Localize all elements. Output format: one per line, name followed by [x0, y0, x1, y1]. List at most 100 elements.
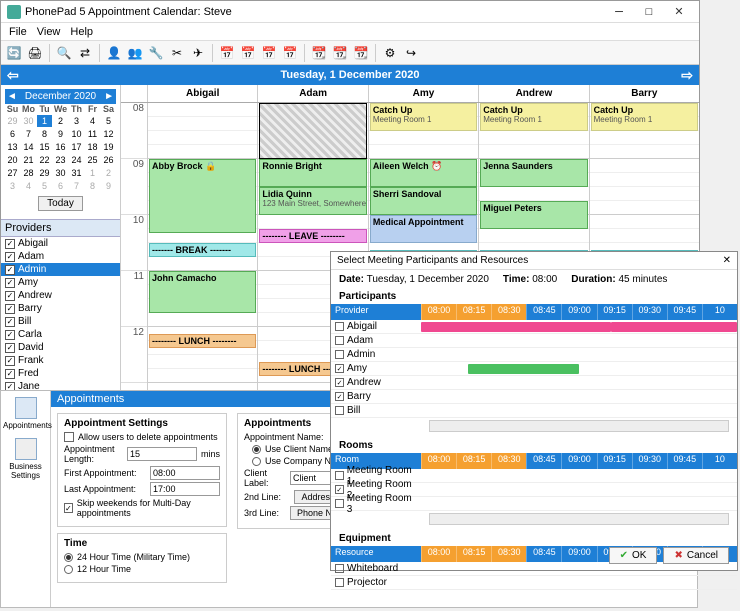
provider-item[interactable]: ✓Frank: [1, 354, 120, 367]
rooms-scrollbar[interactable]: [429, 513, 729, 525]
cal-day[interactable]: 11: [85, 128, 100, 140]
provider-item[interactable]: ✓Abigail: [1, 237, 120, 250]
group-icon[interactable]: 👥: [126, 44, 144, 62]
appointment[interactable]: Miguel Peters: [480, 201, 587, 229]
provider-checkbox[interactable]: ✓: [5, 369, 15, 379]
cal-day[interactable]: 21: [21, 154, 36, 166]
appointment[interactable]: John Camacho: [149, 271, 256, 313]
cal-prev-icon[interactable]: ◄: [7, 91, 17, 102]
resource-checkbox[interactable]: [335, 406, 344, 415]
cal-day[interactable]: 17: [69, 141, 84, 153]
cal-day[interactable]: 26: [101, 154, 116, 166]
cal-day[interactable]: 22: [37, 154, 52, 166]
cal-day[interactable]: 13: [5, 141, 20, 153]
provider-item[interactable]: ✓Andrew: [1, 289, 120, 302]
cal-day[interactable]: 18: [85, 141, 100, 153]
print-icon[interactable]: 🖨: [26, 44, 44, 62]
skip-weekends-checkbox[interactable]: ✓: [64, 503, 73, 513]
week-view-icon[interactable]: 📅: [239, 44, 257, 62]
cal-day[interactable]: 5: [37, 180, 52, 192]
resource-row[interactable]: Bill: [331, 404, 737, 418]
cal-day[interactable]: 12: [101, 128, 116, 140]
cal-day[interactable]: 1: [37, 115, 52, 127]
provider-checkbox[interactable]: ✓: [5, 343, 15, 353]
appointment[interactable]: Sherri Sandoval: [370, 187, 477, 215]
cal-day[interactable]: 7: [69, 180, 84, 192]
resource-checkbox[interactable]: [335, 578, 344, 587]
cal-day[interactable]: 2: [101, 167, 116, 179]
provider-item[interactable]: ✓Barry: [1, 302, 120, 315]
cal-day[interactable]: 19: [101, 141, 116, 153]
maximize-button[interactable]: □: [635, 3, 663, 21]
cal-day[interactable]: 28: [21, 167, 36, 179]
cal-day[interactable]: 29: [5, 115, 20, 127]
provider-checkbox[interactable]: ✓: [5, 252, 15, 262]
appointment[interactable]: [259, 103, 366, 159]
close-button[interactable]: ✕: [665, 3, 693, 21]
cal-day[interactable]: 16: [53, 141, 68, 153]
resource-checkbox[interactable]: ✓: [335, 364, 344, 373]
menu-file[interactable]: File: [9, 26, 27, 38]
appointment[interactable]: Medical Appointment: [370, 215, 477, 243]
provider-item[interactable]: ✓Admin: [1, 263, 120, 276]
appointment[interactable]: Ronnie Bright: [259, 159, 366, 187]
resource-checkbox[interactable]: [335, 564, 344, 573]
provider-item[interactable]: ✓Fred: [1, 367, 120, 380]
cut-icon[interactable]: ✂: [168, 44, 186, 62]
zoom-icon[interactable]: 🔍: [55, 44, 73, 62]
cal-day[interactable]: 3: [5, 180, 20, 192]
cal-day[interactable]: 30: [21, 115, 36, 127]
cal-day[interactable]: 8: [37, 128, 52, 140]
provider-checkbox[interactable]: ✓: [5, 278, 15, 288]
resource-row[interactable]: Abigail: [331, 320, 737, 334]
menu-view[interactable]: View: [37, 26, 61, 38]
resource-checkbox[interactable]: ✓: [335, 378, 344, 387]
participants-scrollbar[interactable]: [429, 420, 729, 432]
cal-next-icon[interactable]: ►: [104, 91, 114, 102]
cancel-button[interactable]: ✖Cancel: [663, 547, 729, 564]
arrows-icon[interactable]: ⇄: [76, 44, 94, 62]
provider-checkbox[interactable]: ✓: [5, 239, 15, 249]
cal-day[interactable]: 20: [5, 154, 20, 166]
cal1-icon[interactable]: 📆: [310, 44, 328, 62]
appointment[interactable]: Catch UpMeeting Room 1: [370, 103, 477, 131]
last-appt-input[interactable]: [150, 482, 220, 496]
provider-item[interactable]: ✓Carla: [1, 328, 120, 341]
minimize-button[interactable]: ─: [605, 3, 633, 21]
cal-day[interactable]: 15: [37, 141, 52, 153]
year-view-icon[interactable]: 📅: [281, 44, 299, 62]
provider-item[interactable]: ✓Bill: [1, 315, 120, 328]
resource-checkbox[interactable]: ✓: [335, 392, 344, 401]
refresh-icon[interactable]: 🔄: [5, 44, 23, 62]
cal-day[interactable]: 23: [53, 154, 68, 166]
resource-row[interactable]: ✓Amy: [331, 362, 737, 376]
cal2-icon[interactable]: 📆: [331, 44, 349, 62]
allow-delete-checkbox[interactable]: [64, 432, 74, 442]
nav-business[interactable]: Business Settings: [3, 438, 48, 480]
cal-day[interactable]: 9: [53, 128, 68, 140]
cal-day[interactable]: 5: [101, 115, 116, 127]
menu-help[interactable]: Help: [70, 26, 93, 38]
first-appt-input[interactable]: [150, 466, 220, 480]
tool-icon[interactable]: 🔧: [147, 44, 165, 62]
provider-item[interactable]: ✓David: [1, 341, 120, 354]
cal-day[interactable]: 30: [53, 167, 68, 179]
appointment[interactable]: Lidia Quinn123 Main Street, Somewhere: [259, 187, 366, 215]
month-view-icon[interactable]: 📅: [260, 44, 278, 62]
resource-row[interactable]: Whiteboard: [331, 562, 737, 576]
day-view-icon[interactable]: 📅: [218, 44, 236, 62]
dialog-close-icon[interactable]: ✕: [723, 255, 731, 266]
prev-day-button[interactable]: ⇦: [7, 67, 19, 84]
plane-icon[interactable]: ✈: [189, 44, 207, 62]
resource-checkbox[interactable]: [335, 350, 344, 359]
next-day-button[interactable]: ⇨: [681, 67, 693, 84]
cal-day[interactable]: 10: [69, 128, 84, 140]
cal-day[interactable]: 24: [69, 154, 84, 166]
cal-day[interactable]: 7: [21, 128, 36, 140]
cal-day[interactable]: 31: [69, 167, 84, 179]
exit-icon[interactable]: ↪: [402, 44, 420, 62]
cal-day[interactable]: 2: [53, 115, 68, 127]
provider-checkbox[interactable]: ✓: [5, 330, 15, 340]
cal-day[interactable]: 27: [5, 167, 20, 179]
cal-day[interactable]: 25: [85, 154, 100, 166]
